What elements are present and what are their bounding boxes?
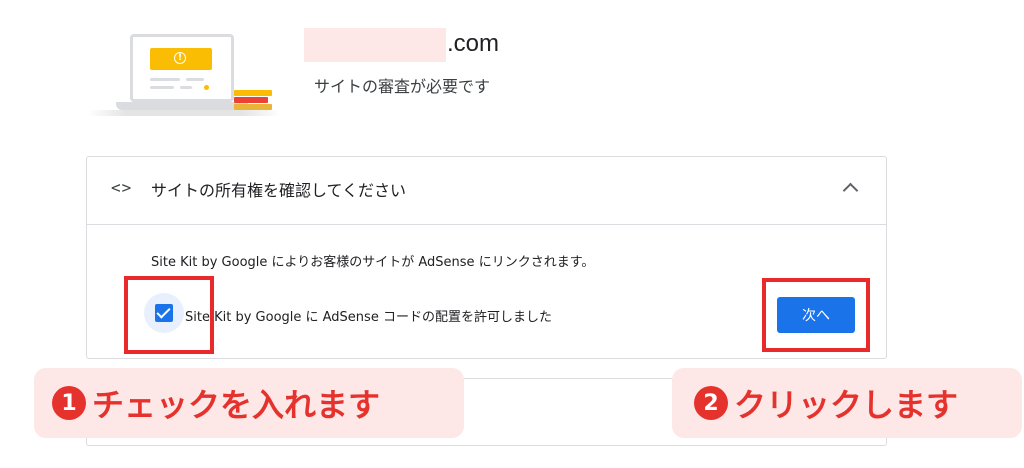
card-description: Site Kit by Google によりお客様のサイトが AdSense に… xyxy=(151,255,595,270)
page-subtitle: サイトの審査が必要です xyxy=(314,77,491,96)
book-graphic xyxy=(234,97,268,103)
step2-callout: 2 クリックします xyxy=(672,368,1022,438)
page: ! .com サイトの審査が必要です <> サイトの所有権を確認してください S… xyxy=(0,0,1024,468)
step2-label: クリックします xyxy=(734,386,959,424)
book-graphic xyxy=(234,104,272,110)
placeholder-line xyxy=(180,86,192,89)
domain-suffix: .com xyxy=(447,30,500,57)
next-button-highlight-box xyxy=(762,278,870,352)
exclamation-circle-icon: ! xyxy=(174,52,186,64)
step1-callout: 1 チェックを入れます xyxy=(34,368,464,438)
laptop-base-graphic xyxy=(116,102,248,110)
book-graphic xyxy=(234,90,272,96)
placeholder-line xyxy=(150,86,174,89)
checkbox-highlight-box xyxy=(124,276,214,354)
status-dot-graphic xyxy=(204,85,209,90)
step1-number: 1 xyxy=(52,386,86,420)
card-title: サイトの所有権を確認してください xyxy=(151,181,407,200)
card-header[interactable]: <> サイトの所有権を確認してください xyxy=(87,157,886,225)
step1-label: チェックを入れます xyxy=(92,386,381,424)
step2-number: 2 xyxy=(694,386,728,420)
chevron-up-icon[interactable] xyxy=(842,182,859,199)
placeholder-line xyxy=(150,78,180,81)
placeholder-line xyxy=(186,78,204,81)
redacted-domain-name xyxy=(304,28,446,62)
code-brackets-icon: <> xyxy=(111,178,133,197)
laptop-warning-illustration: ! xyxy=(88,28,284,118)
illustration-ground xyxy=(88,110,280,116)
checkbox-label[interactable]: Site Kit by Google に AdSense コードの配置を許可しま… xyxy=(185,306,552,325)
